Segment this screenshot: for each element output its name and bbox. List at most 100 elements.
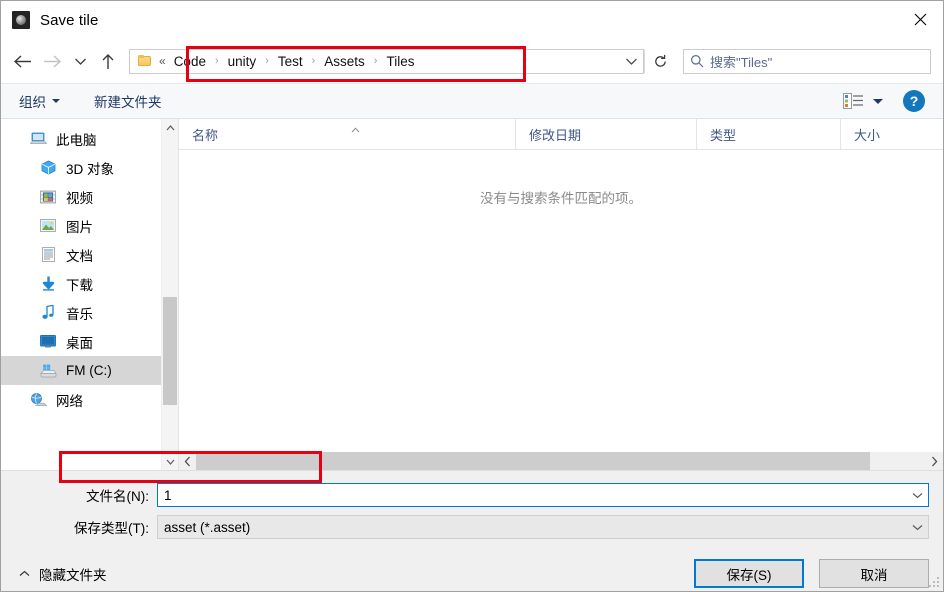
up-arrow-icon[interactable] xyxy=(93,46,123,76)
organize-label: 组织 xyxy=(19,95,46,110)
sidebar-item-label: 此电脑 xyxy=(56,132,97,148)
forward-arrow-icon xyxy=(37,46,67,76)
breadcrumb-item-unity[interactable]: unity xyxy=(225,54,260,69)
breadcrumb-item-code[interactable]: Code xyxy=(171,54,209,69)
sidebar-item-pictures[interactable]: 图片 xyxy=(1,211,178,240)
sidebar-item-local-disk-c[interactable]: FM (C:) xyxy=(1,356,178,385)
column-label: 名称 xyxy=(192,127,219,143)
documents-icon xyxy=(39,247,57,263)
sort-ascending-caret-icon xyxy=(351,121,360,133)
sidebar-item-downloads[interactable]: 下载 xyxy=(1,269,178,298)
sidebar-item-label: 音乐 xyxy=(66,306,93,322)
hide-folders-button[interactable]: 隐藏文件夹 xyxy=(19,564,107,584)
filename-input[interactable]: 1 xyxy=(157,483,929,507)
view-options-chevron-down-icon[interactable] xyxy=(873,98,883,104)
horizontal-scroll-track[interactable] xyxy=(196,452,926,470)
dialog-button-row: 隐藏文件夹 保存(S) 取消 xyxy=(1,547,943,591)
filetype-row: 保存类型(T): asset (*.asset) xyxy=(1,515,943,539)
filename-value: 1 xyxy=(164,487,172,503)
filename-chevron-down-icon[interactable] xyxy=(906,492,928,499)
address-bar-row: « Code › unity › Test › Assets › Tiles 搜… xyxy=(1,39,943,83)
column-header-type[interactable]: 类型 xyxy=(697,119,841,149)
organize-button[interactable]: 组织 xyxy=(19,91,60,111)
search-placeholder: 搜索"Tiles" xyxy=(710,54,773,70)
close-icon[interactable] xyxy=(897,1,943,38)
folder-icon xyxy=(138,55,152,67)
empty-state-message: 没有与搜索条件匹配的项。 xyxy=(179,150,943,451)
column-header-date-modified[interactable]: 修改日期 xyxy=(516,119,697,149)
help-label: ? xyxy=(909,93,919,109)
local-disk-icon xyxy=(39,363,57,379)
address-chevron-down-icon[interactable] xyxy=(619,50,643,73)
videos-icon xyxy=(39,189,57,205)
recent-locations-chevron-down-icon[interactable] xyxy=(67,46,93,76)
sidebar-item-label: FM (C:) xyxy=(66,363,112,378)
breadcrumb-separator: › xyxy=(311,55,316,67)
sidebar-scroll-down-chevron-down-icon[interactable] xyxy=(162,453,178,470)
save-file-dialog: Save tile « Code › unity › Test › Assets… xyxy=(0,0,944,592)
cancel-button-label: 取消 xyxy=(860,567,888,583)
scroll-left-chevron-left-icon[interactable] xyxy=(179,452,196,470)
pictures-icon xyxy=(39,218,57,234)
column-header-name[interactable]: 名称 xyxy=(179,119,516,149)
save-button[interactable]: 保存(S) xyxy=(694,559,804,588)
sidebar-scrollbar[interactable] xyxy=(161,119,178,470)
music-icon xyxy=(39,305,57,321)
column-label: 类型 xyxy=(710,127,737,143)
sidebar-item-documents[interactable]: 文档 xyxy=(1,240,178,269)
cancel-button[interactable]: 取消 xyxy=(819,559,929,588)
breadcrumb-item-tiles[interactable]: Tiles xyxy=(383,54,417,69)
file-list-pane: 名称 修改日期 类型 大小 没有与搜索条件匹配的项。 xyxy=(179,119,943,470)
filetype-chevron-down-icon[interactable] xyxy=(906,524,928,531)
back-arrow-icon[interactable] xyxy=(7,46,37,76)
breadcrumb-item-assets[interactable]: Assets xyxy=(321,54,368,69)
action-buttons: 保存(S) 取消 xyxy=(694,559,929,588)
breadcrumb-separator: › xyxy=(373,55,378,67)
sidebar-item-music[interactable]: 音乐 xyxy=(1,298,178,327)
help-icon[interactable]: ? xyxy=(903,90,925,112)
filetype-select[interactable]: asset (*.asset) xyxy=(157,515,929,539)
column-header-size[interactable]: 大小 xyxy=(841,119,943,149)
breadcrumb-overflow[interactable]: « xyxy=(159,55,166,67)
address-bar[interactable]: « Code › unity › Test › Assets › Tiles xyxy=(129,48,644,74)
save-form-area: 文件名(N): 1 保存类型(T): asset (*.asset) 隐藏文件夹… xyxy=(1,470,943,591)
3d-objects-icon xyxy=(39,160,57,176)
network-icon xyxy=(29,392,47,408)
downloads-icon xyxy=(39,276,57,292)
sidebar-item-desktop[interactable]: 桌面 xyxy=(1,327,178,356)
sidebar-item-network[interactable]: 网络 xyxy=(1,385,178,414)
sidebar-item-label: 桌面 xyxy=(66,335,93,351)
breadcrumb-item-test[interactable]: Test xyxy=(275,54,306,69)
sidebar-item-3d-objects[interactable]: 3D 对象 xyxy=(1,153,178,182)
sidebar-scroll-thumb[interactable] xyxy=(163,297,177,405)
sidebar-item-label: 视频 xyxy=(66,190,93,206)
sidebar-scroll-up-chevron-up-icon[interactable] xyxy=(162,119,178,136)
sidebar-list: 此电脑 3D 对象 视频 图片 文档 下载 音乐 桌面 FM (C:) 网络 xyxy=(1,119,178,414)
new-folder-button[interactable]: 新建文件夹 xyxy=(94,91,162,111)
resize-grip-icon[interactable] xyxy=(928,576,939,587)
horizontal-scroll-thumb[interactable] xyxy=(196,452,870,470)
filetype-value: asset (*.asset) xyxy=(164,519,251,535)
refresh-icon[interactable] xyxy=(645,39,675,83)
column-label: 修改日期 xyxy=(529,127,582,143)
toolbar-right-group: ? xyxy=(842,90,933,112)
breadcrumb-separator: › xyxy=(214,55,219,67)
desktop-icon xyxy=(39,334,57,350)
sidebar-item-this-pc[interactable]: 此电脑 xyxy=(1,124,178,153)
sidebar-item-label: 3D 对象 xyxy=(66,161,115,177)
title-bar: Save tile xyxy=(1,1,943,39)
unity-app-icon xyxy=(12,11,30,29)
column-label: 大小 xyxy=(854,127,881,143)
scroll-right-chevron-right-icon[interactable] xyxy=(926,452,943,470)
sidebar-item-videos[interactable]: 视频 xyxy=(1,182,178,211)
empty-state-text: 没有与搜索条件匹配的项。 xyxy=(480,191,642,206)
breadcrumb-separator: › xyxy=(265,55,269,67)
search-input[interactable]: 搜索"Tiles" xyxy=(683,48,931,74)
list-view-icon[interactable] xyxy=(842,92,864,110)
filename-label: 文件名(N): xyxy=(86,489,149,504)
file-list-horizontal-scrollbar[interactable] xyxy=(179,451,943,470)
filename-row: 文件名(N): 1 xyxy=(1,483,943,507)
this-pc-icon xyxy=(29,131,47,147)
column-header-row: 名称 修改日期 类型 大小 xyxy=(179,119,943,150)
sidebar-item-label: 文档 xyxy=(66,248,93,264)
